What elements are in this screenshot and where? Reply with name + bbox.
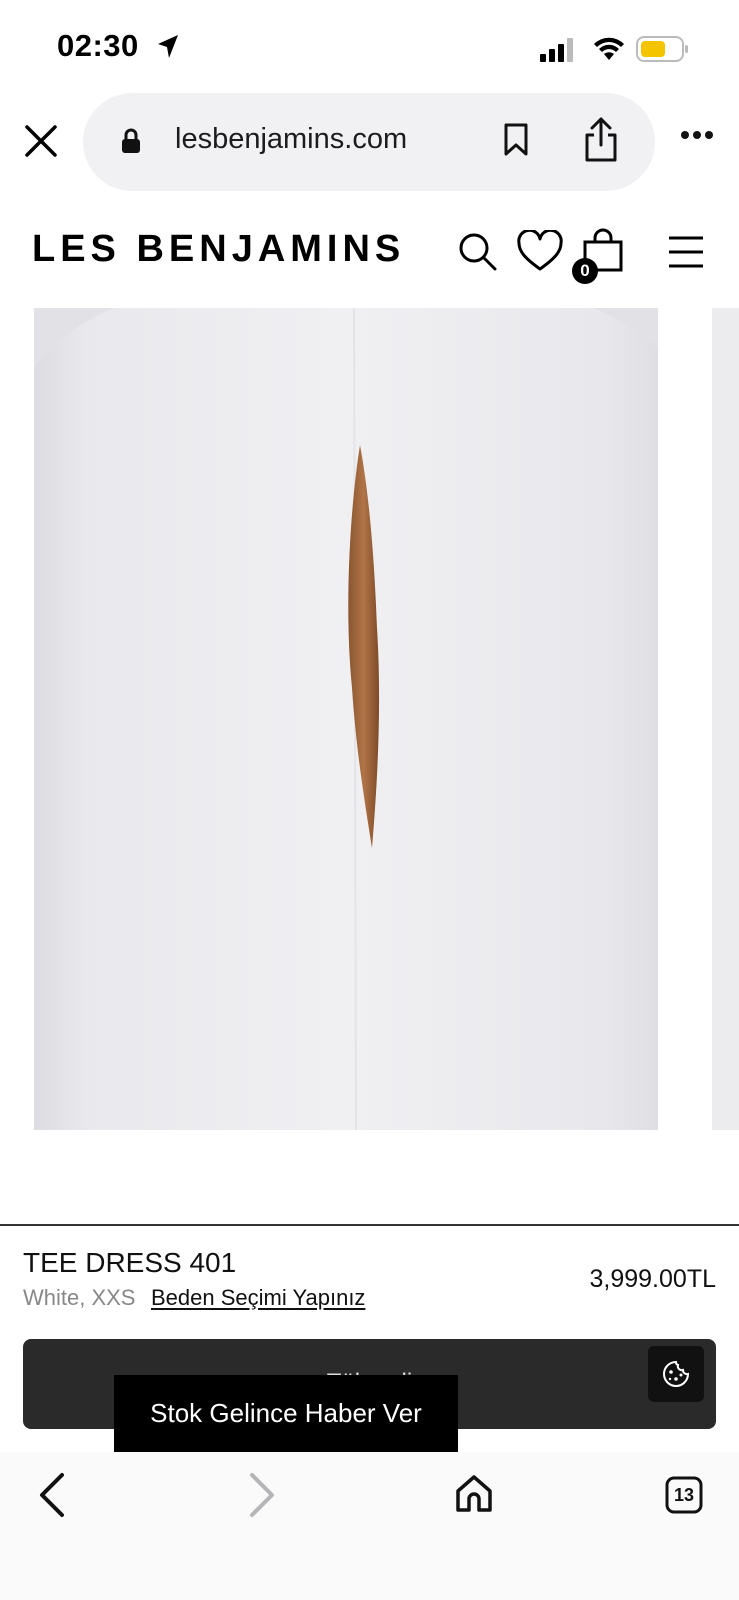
status-bar: 02:30 — [0, 0, 739, 92]
tabs-count: 13 — [673, 1485, 695, 1505]
product-image[interactable] — [34, 308, 658, 1130]
bookmark-icon[interactable] — [503, 123, 529, 157]
wishlist-heart-icon[interactable] — [516, 230, 564, 272]
menu-hamburger-icon[interactable] — [668, 236, 704, 268]
back-arrow-icon[interactable] — [36, 1472, 68, 1518]
address-bar[interactable]: lesbenjamins.com — [83, 93, 655, 191]
cookie-settings-button[interactable] — [648, 1346, 704, 1402]
search-icon[interactable] — [458, 232, 498, 272]
size-selection-link[interactable]: Beden Seçimi Yapınız — [151, 1285, 365, 1311]
cookie-icon — [663, 1360, 690, 1387]
home-icon[interactable] — [454, 1474, 494, 1514]
product-variant: White, XXS — [23, 1285, 136, 1310]
product-name: TEE DRESS 401 — [23, 1247, 237, 1278]
forward-arrow-icon[interactable] — [246, 1472, 278, 1518]
tabs-button[interactable]: 13 — [665, 1476, 703, 1519]
product-price: 3,999.00TL — [589, 1265, 717, 1293]
cellular-signal-icon — [540, 38, 573, 62]
cart-count-badge: 0 — [572, 258, 598, 284]
more-options-icon[interactable] — [680, 130, 714, 140]
divider — [0, 1224, 739, 1226]
battery-icon — [636, 36, 688, 62]
close-tab-button[interactable] — [24, 124, 58, 158]
dress-back-slit-image — [34, 308, 658, 1130]
notify-when-in-stock-button[interactable]: Stok Gelince Haber Ver — [114, 1375, 458, 1452]
browser-toolbar: 13 — [0, 1452, 739, 1600]
url-text: lesbenjamins.com — [175, 123, 408, 155]
site-logo[interactable]: LES BENJAMINS — [32, 228, 405, 271]
wifi-icon — [594, 37, 624, 60]
location-arrow-icon — [158, 35, 178, 58]
share-icon[interactable] — [583, 117, 619, 163]
lock-icon — [122, 128, 140, 153]
status-time: 02:30 — [57, 28, 139, 63]
next-product-image[interactable] — [712, 308, 739, 1130]
